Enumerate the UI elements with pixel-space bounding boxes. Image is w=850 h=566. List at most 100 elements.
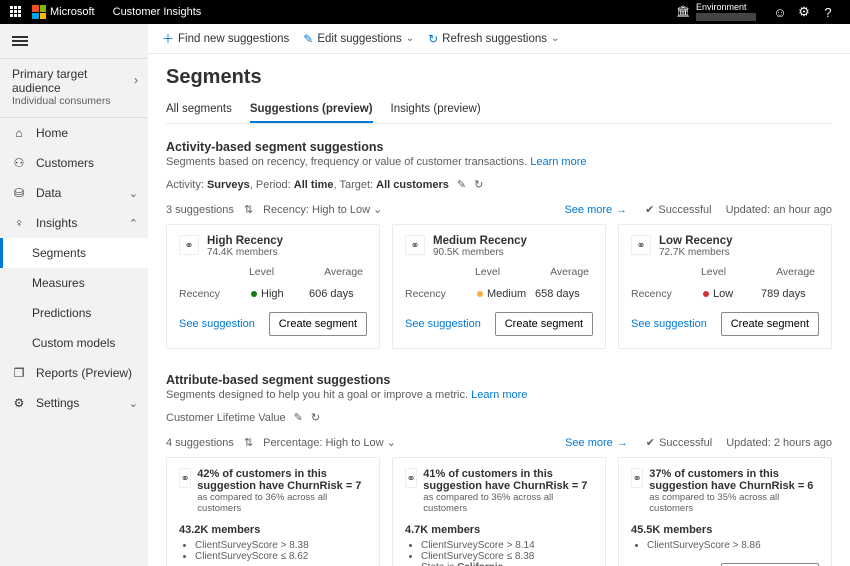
edit-attr-icon[interactable]: ✎ [294,411,303,424]
row-label: Recency [405,288,477,300]
see-more-link[interactable]: See more→ [564,204,627,216]
nav-icon: ⌂ [12,126,26,140]
learn-more-link[interactable]: Learn more [530,156,586,168]
chevron-down-icon: ⌄ [373,204,382,216]
conditions-list: ClientSurveyScore > 8.38ClientSurveyScor… [179,540,367,562]
see-suggestion-link[interactable]: See suggestion [405,318,481,330]
segment-icon: ⚭ [179,235,199,255]
environment-picker[interactable]: 🏛 Environment [676,3,756,21]
nav-icon: ⛁ [12,186,26,200]
sort-icon[interactable]: ⇅ [244,203,253,216]
create-segment-button[interactable]: Create segment [495,312,593,336]
sort-icon[interactable]: ⇅ [244,436,253,449]
level-value: Medium [477,288,535,300]
activity-card: ⚭ Medium Recency90.5K members LevelAvera… [392,224,606,349]
average-value: 658 days [535,288,593,300]
check-circle-icon: ✔ [646,436,655,449]
segment-icon: ⚭ [179,468,191,488]
nav-icon: ❒ [12,366,26,380]
attr-section-subtitle: Segments designed to help you hit a goal… [166,389,832,401]
sort-dropdown[interactable]: Recency: High to Low ⌄ [263,203,382,216]
activity-section-title: Activity-based segment suggestions [166,140,832,154]
command-bar: ＋Find new suggestions ✎Edit suggestions⌄… [148,24,850,54]
app-launcher-icon[interactable] [10,6,22,18]
environment-label: Environment [696,3,756,13]
edit-suggestions-button[interactable]: ✎Edit suggestions⌄ [303,32,414,46]
see-suggestion-link[interactable]: See suggestion [179,318,255,330]
card-title: 41% of customers in this suggestion have… [423,468,593,492]
audience-subtitle: Individual consumers [12,95,138,107]
nav-subitem-custom-models[interactable]: Custom models [0,328,148,358]
activity-section-subtitle: Segments based on recency, frequency or … [166,156,832,168]
see-more-link[interactable]: See more→ [565,437,628,449]
nav-subitem-measures[interactable]: Measures [0,268,148,298]
attr-cards: ⚭ 42% of customers in this suggestion ha… [166,457,832,566]
settings-icon[interactable]: ⚙ [792,4,816,20]
attr-section-title: Attribute-based segment suggestions [166,373,832,387]
chevron-icon: ⌄ [129,187,138,200]
activity-cards: ⚭ High Recency74.4K members LevelAverage… [166,224,832,349]
condition-item: ClientSurveyScore > 8.86 [647,540,819,551]
refresh-attr-icon[interactable]: ↻ [311,411,320,424]
arrow-right-icon: → [617,437,628,449]
learn-more-link[interactable]: Learn more [471,389,527,401]
card-title: Low Recency [659,235,733,247]
attr-meta: Customer Lifetime Value ✎ ↻ [166,411,832,424]
create-segment-button[interactable]: Create segment [721,312,819,336]
refresh-activity-icon[interactable]: ↻ [474,178,483,191]
edit-activity-icon[interactable]: ✎ [457,178,466,191]
activity-meta: Activity: Surveys, Period: All time, Tar… [166,178,832,191]
nav-label: Insights [36,216,77,230]
status-dot-icon [477,291,483,297]
average-value: 606 days [309,288,367,300]
sort-dropdown[interactable]: Percentage: High to Low ⌄ [263,436,396,449]
condition-item: State is California [421,562,593,566]
card-subtitle: as compared to 36% across all customers [197,492,367,514]
suggestion-count: 3 suggestions [166,204,234,216]
conditions-list: ClientSurveyScore > 8.14ClientSurveyScor… [405,540,593,566]
nav-item-settings[interactable]: ⚙Settings⌄ [0,388,148,418]
menu-toggle-icon[interactable] [12,36,28,46]
nav-item-reports-preview-[interactable]: ❒Reports (Preview) [0,358,148,388]
create-segment-button[interactable]: Create segment [269,312,367,336]
building-icon: 🏛 [676,5,690,18]
help-icon[interactable]: ? [816,5,840,20]
chevron-down-icon: ⌄ [551,33,559,44]
chevron-down-icon: ⌄ [406,33,414,44]
row-label: Recency [631,288,703,300]
segment-icon: ⚭ [405,468,417,488]
nav-icon: ♀ [12,216,26,230]
nav-item-customers[interactable]: ⚇Customers [0,148,148,178]
card-members: 4.7K members [405,524,593,536]
nav-label: Customers [36,156,94,170]
environment-name-redacted [696,13,756,21]
find-new-suggestions-button[interactable]: ＋Find new suggestions [162,30,289,47]
nav-label: Predictions [32,306,91,320]
nav-label: Home [36,126,68,140]
nav-label: Settings [36,396,79,410]
feedback-icon[interactable]: ☺ [768,5,792,20]
refresh-suggestions-button[interactable]: ↻Refresh suggestions⌄ [428,32,559,46]
status-text: Successful [659,437,712,449]
check-circle-icon: ✔ [645,203,654,216]
page-title: Segments [166,66,832,89]
nav-label: Custom models [32,336,115,350]
audience-selector[interactable]: Primary target audience Individual consu… [0,58,148,118]
page-tabs: All segments Suggestions (preview) Insig… [166,99,832,124]
nav-item-home[interactable]: ⌂ Home [0,118,148,148]
tab-insights[interactable]: Insights (preview) [391,99,481,123]
chevron-right-icon: › [134,73,138,87]
tab-all-segments[interactable]: All segments [166,99,232,123]
nav-subitem-predictions[interactable]: Predictions [0,298,148,328]
nav-subitem-segments[interactable]: Segments [0,238,148,268]
activity-card: ⚭ Low Recency72.7K members LevelAverage … [618,224,832,349]
nav-item-insights[interactable]: ♀Insights⌃ [0,208,148,238]
condition-item: ClientSurveyScore > 8.38 [195,540,367,551]
arrow-right-icon: → [616,204,627,216]
see-suggestion-link[interactable]: See suggestion [631,318,707,330]
activity-card: ⚭ High Recency74.4K members LevelAverage… [166,224,380,349]
tab-suggestions[interactable]: Suggestions (preview) [250,99,373,123]
card-title: Medium Recency [433,235,527,247]
nav-item-data[interactable]: ⛁Data⌄ [0,178,148,208]
product-name: Customer Insights [113,6,202,18]
